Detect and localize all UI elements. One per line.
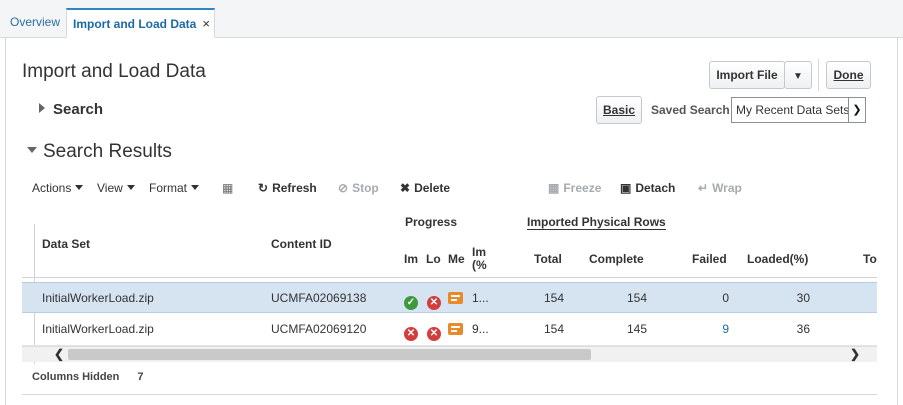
table-row[interactable]: InitialWorkerLoad.zip UCMFA02069138 ✓ ✕ … [22, 282, 877, 313]
cell-total: 154 [543, 291, 564, 305]
error-icon: ✕ [427, 283, 441, 313]
saved-search-label: Saved Search [651, 103, 730, 117]
refresh-button[interactable]: ↻ Refresh [258, 178, 317, 198]
close-icon[interactable]: × [202, 10, 210, 38]
wrap-icon: ↵ [698, 181, 709, 195]
columns-hidden-label: Columns Hidden [32, 371, 120, 383]
freeze-label: Freeze [563, 181, 602, 195]
cell-failed: 0 [722, 291, 729, 305]
search-results-toggle[interactable]: Search Results [27, 141, 172, 163]
cell-data-set: InitialWorkerLoad.zip [42, 291, 154, 305]
freeze-button[interactable]: ▦ Freeze [548, 178, 601, 198]
collapse-triangle-icon [27, 147, 37, 153]
tab-overview[interactable]: Overview [4, 8, 66, 38]
check-icon: ✓ [404, 283, 418, 313]
horizontal-scrollbar[interactable]: ❮ ❯ [22, 346, 877, 362]
freeze-icon: ▦ [548, 181, 560, 195]
column-header-data-set[interactable]: Data Set [42, 237, 90, 251]
cell-data-set: InitialWorkerLoad.zip [42, 322, 154, 336]
import-file-button[interactable]: Import File [709, 61, 785, 89]
format-menu[interactable]: Format [149, 178, 200, 198]
header-underline [22, 277, 877, 278]
view-label: View [97, 181, 123, 195]
basic-button[interactable]: Basic [596, 96, 642, 124]
wrap-label: Wrap [712, 181, 742, 195]
cell-complete: 145 [626, 322, 647, 336]
column-header-content-id[interactable]: Content ID [271, 237, 332, 251]
column-header-import-status[interactable]: Im [404, 252, 418, 266]
cell-loaded-pct: 36 [796, 322, 810, 336]
expand-triangle-icon [39, 103, 45, 113]
cell-complete: 154 [626, 291, 647, 305]
detach-icon: ▣ [620, 181, 632, 195]
saved-search-select[interactable]: My Recent Data Sets ❯ [731, 97, 866, 123]
format-label: Format [149, 181, 188, 195]
actions-label: Actions [32, 181, 72, 195]
search-section-toggle[interactable]: Search [39, 101, 103, 118]
search-results-heading: Search Results [43, 141, 172, 162]
caret-down-icon: ▼ [793, 71, 803, 82]
refresh-label: Refresh [272, 181, 317, 195]
done-button[interactable]: Done [826, 61, 871, 89]
footer-divider [22, 394, 877, 395]
table-row[interactable]: InitialWorkerLoad.zip UCMFA02069120 ✕ ✕ … [22, 314, 877, 345]
column-header-total[interactable]: Total [534, 252, 562, 266]
chevron-down-icon[interactable]: ❯ [848, 98, 865, 122]
message-icon[interactable] [448, 283, 463, 313]
refresh-icon: ↻ [258, 181, 269, 195]
caret-down-icon [75, 185, 84, 190]
search-heading: Search [53, 101, 104, 118]
columns-hidden-info: Columns Hidden 7 [32, 371, 144, 383]
stop-button[interactable]: ⊘ Stop [338, 178, 379, 198]
query-by-example-icon[interactable]: ▦ [222, 178, 233, 198]
view-menu[interactable]: View [97, 178, 135, 198]
column-header-failed[interactable]: Failed [692, 252, 727, 266]
column-header-loaded-pct[interactable]: Loaded(%) [747, 252, 808, 266]
page-title: Import and Load Data [22, 61, 206, 82]
actions-menu[interactable]: Actions [32, 178, 84, 198]
cell-import-pct: 9... [472, 322, 489, 336]
progress-group-header: Progress [405, 215, 458, 229]
column-header-load-status[interactable]: Lo [426, 252, 441, 266]
saved-search-value: My Recent Data Sets [736, 103, 850, 117]
scroll-right-icon[interactable]: ❯ [850, 347, 860, 362]
delete-label: Delete [414, 181, 451, 195]
stop-icon: ⊘ [338, 181, 349, 195]
tab-import-and-load-data[interactable]: Import and Load Data × [66, 8, 215, 38]
cell-total: 154 [543, 322, 564, 336]
detach-button[interactable]: ▣ Detach [620, 178, 675, 198]
scroll-left-icon[interactable]: ❮ [54, 347, 64, 362]
error-icon: ✕ [404, 314, 418, 344]
cell-failed-link[interactable]: 9 [692, 314, 729, 344]
basic-label: Basic [602, 103, 636, 117]
column-header-import-pct-line2: (% [472, 258, 487, 272]
tab-bar: Overview Import and Load Data × [0, 0, 903, 38]
cell-loaded-pct: 30 [796, 291, 810, 305]
caret-down-icon [191, 185, 200, 190]
import-file-menu-button[interactable]: ▼ [784, 61, 812, 89]
error-icon: ✕ [427, 314, 441, 344]
cell-content-id: UCMFA02069138 [271, 291, 367, 305]
scroll-thumb[interactable] [68, 349, 591, 360]
toolbar-separator [818, 59, 819, 91]
column-header-import-pct[interactable]: Im [472, 245, 486, 259]
imported-physical-rows-header: Imported Physical Rows [527, 215, 666, 230]
delete-x-icon: ✖ [400, 181, 411, 195]
done-label: Done [833, 68, 864, 82]
cell-import-pct: 1... [472, 291, 489, 305]
column-header-to[interactable]: To [863, 252, 877, 266]
tab-label: Import and Load Data [73, 17, 197, 31]
detach-label: Detach [635, 181, 676, 195]
cell-content-id: UCMFA02069120 [271, 322, 367, 336]
delete-button[interactable]: ✖ Delete [400, 178, 450, 198]
caret-down-icon [126, 185, 135, 190]
message-icon[interactable] [448, 314, 463, 344]
wrap-button[interactable]: ↵ Wrap [698, 178, 742, 198]
stop-label: Stop [352, 181, 379, 195]
results-table: Progress Imported Physical Rows Data Set… [22, 208, 877, 364]
column-header-messages[interactable]: Me [448, 252, 465, 266]
columns-hidden-count: 7 [137, 371, 144, 383]
column-header-complete[interactable]: Complete [589, 252, 644, 266]
